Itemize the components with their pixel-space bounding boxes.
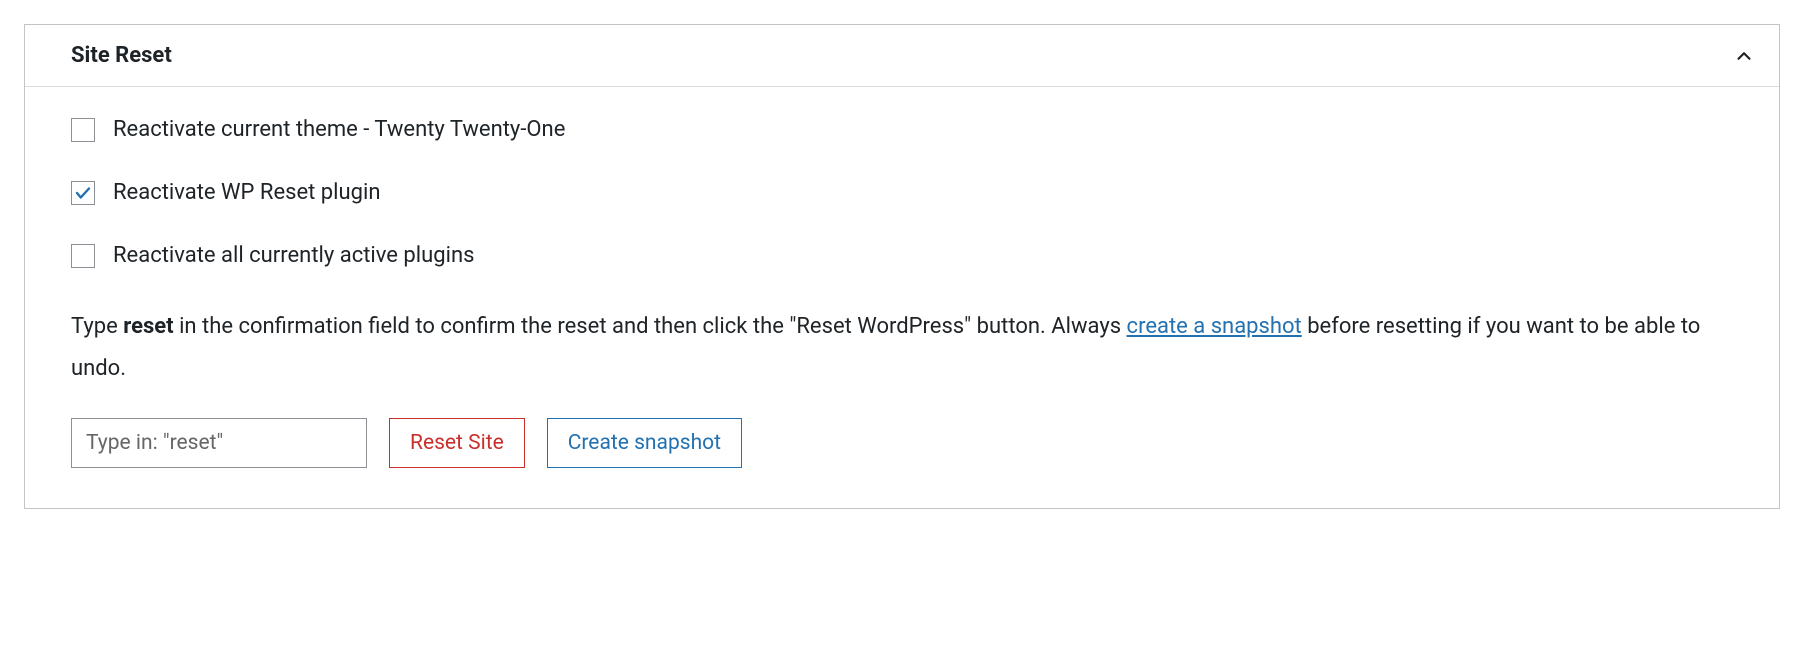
confirm-input[interactable] [71,418,367,468]
create-snapshot-button[interactable]: Create snapshot [547,418,742,468]
panel-body: Reactivate current theme - Twenty Twenty… [25,87,1779,508]
panel-title: Site Reset [71,43,172,68]
chevron-up-icon [1733,45,1755,67]
checkbox-label[interactable]: Reactivate all currently active plugins [113,243,474,268]
checkbox-label[interactable]: Reactivate WP Reset plugin [113,180,380,205]
actions-row: Reset Site Create snapshot [71,418,1733,468]
checkbox-reactivate-wp-reset[interactable] [71,181,95,205]
instructions-text: Type reset in the confirmation field to … [71,306,1733,390]
instructions-pre: Type [71,314,123,339]
instructions-keyword: reset [123,314,173,339]
reset-site-button[interactable]: Reset Site [389,418,525,468]
instructions-mid: in the confirmation field to confirm the… [174,314,1127,339]
checkbox-label[interactable]: Reactivate current theme - Twenty Twenty… [113,117,565,142]
panel-header[interactable]: Site Reset [25,25,1779,87]
checkbox-reactivate-all-plugins[interactable] [71,244,95,268]
site-reset-panel: Site Reset Reactivate current theme - Tw… [24,24,1780,509]
create-snapshot-link[interactable]: create a snapshot [1127,314,1302,339]
option-reactivate-wp-reset: Reactivate WP Reset plugin [71,180,1733,205]
checkbox-reactivate-theme[interactable] [71,118,95,142]
option-reactivate-all-plugins: Reactivate all currently active plugins [71,243,1733,268]
option-reactivate-theme: Reactivate current theme - Twenty Twenty… [71,117,1733,142]
